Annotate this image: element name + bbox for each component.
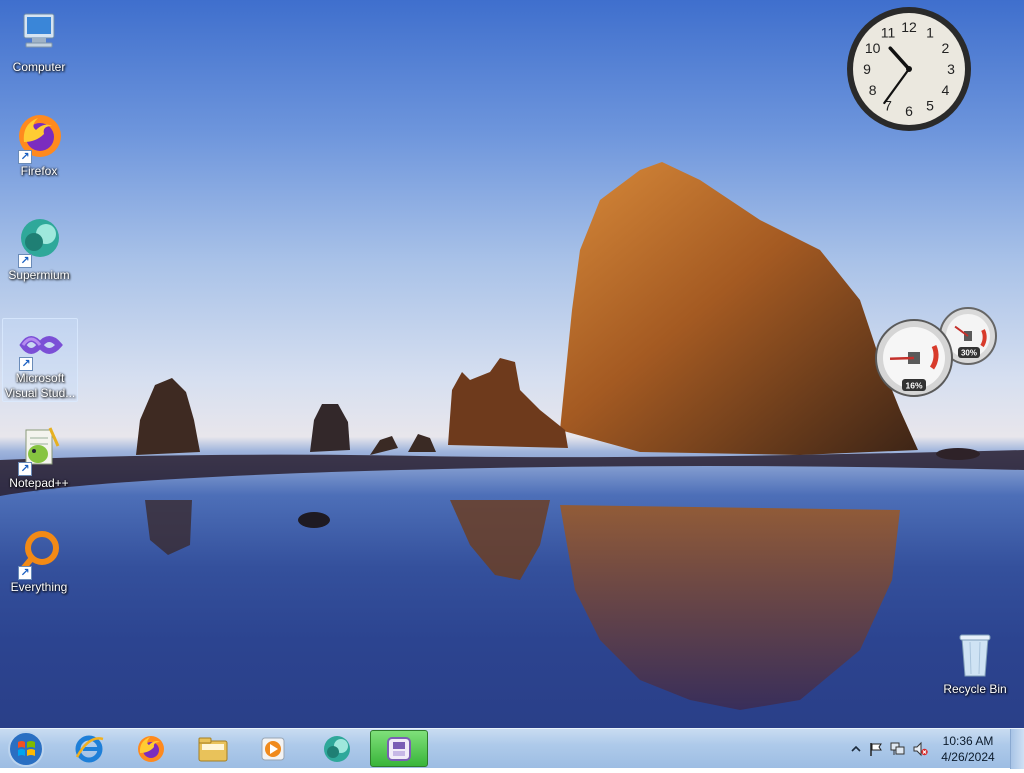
system-tray: 10:36 AM 4/26/2024 [838, 729, 1024, 769]
desktop-icon-label: Recycle Bin [943, 682, 1007, 696]
media-player-icon [261, 737, 285, 760]
cpu-meter-dials: 16% 30% [875, 307, 997, 397]
clock-numeral: 9 [863, 61, 871, 77]
taskbar-clock[interactable]: 10:36 AM 4/26/2024 [936, 733, 1000, 765]
desktop-icon-recycle-bin[interactable]: Recycle Bin [936, 630, 1014, 697]
taskbar: 10:36 AM 4/26/2024 [0, 728, 1024, 769]
recycle-bin-icon [950, 630, 1000, 680]
desktop-icon-visual-studio[interactable]: ↗ Microsoft Visual Stud... [2, 318, 78, 402]
supermium-icon: ↗ [14, 216, 64, 268]
supermium-icon [324, 735, 350, 762]
taskbar-firefox[interactable] [122, 730, 180, 767]
notepad-plus-plus-icon: ↗ [14, 424, 64, 476]
show-hidden-icons-chevron-icon[interactable] [848, 741, 864, 757]
cpu-percent-label: 16% [905, 381, 922, 391]
clock-numeral: 11 [881, 25, 896, 41]
desktop-icon-notepad-plus-plus[interactable]: ↗ Notepad++ [0, 424, 78, 491]
clock-numeral: 8 [869, 82, 877, 98]
clock-numeral: 4 [941, 82, 949, 98]
clock-date: 4/26/2024 [941, 750, 995, 764]
network-icon[interactable] [890, 741, 906, 757]
memory-percent-label: 30% [961, 349, 977, 358]
desktop-icon-computer[interactable]: Computer [0, 8, 78, 75]
show-desktop-button[interactable] [1010, 729, 1024, 769]
cpu-meter-gadget[interactable]: 16% 30% [872, 306, 1000, 402]
visual-studio-icon: ↗ [15, 319, 65, 371]
firefox-icon: ↗ [14, 112, 64, 164]
desktop-icon-label: Everything [10, 580, 68, 594]
taskbar-supermium[interactable] [308, 730, 366, 767]
desktop-icon-label: Computer [12, 60, 66, 74]
volume-muted-icon[interactable] [912, 741, 928, 757]
clock-numeral: 12 [901, 19, 917, 35]
clock-numeral: 1 [926, 25, 934, 41]
shortcut-arrow-icon: ↗ [18, 566, 32, 580]
shortcut-arrow-icon: ↗ [19, 357, 33, 371]
cpu-needle [889, 356, 915, 361]
windows-logo-icon [8, 731, 44, 767]
app-window-icon [387, 736, 411, 761]
computer-icon [14, 8, 64, 58]
firefox-icon [138, 735, 164, 762]
desktop-icon-label: Notepad++ [9, 476, 69, 490]
internet-explorer-icon [75, 735, 104, 762]
taskbar-internet-explorer[interactable] [60, 730, 118, 767]
desktop-icon-label: Microsoft Visual Stud... [4, 371, 76, 400]
start-button[interactable] [4, 730, 48, 768]
taskbar-media-player[interactable] [244, 730, 302, 767]
desktop-icon-everything[interactable]: ↗ Everything [0, 528, 78, 595]
everything-search-icon: ↗ [14, 528, 64, 580]
clock-numeral: 3 [947, 61, 955, 77]
clock-gadget[interactable]: 12 1234567891011 [846, 6, 972, 132]
clock-numeral: 6 [905, 103, 913, 119]
desktop-icon-label: Firefox [20, 164, 58, 178]
shortcut-arrow-icon: ↗ [18, 462, 32, 476]
clock-numeral: 5 [926, 97, 934, 113]
shortcut-arrow-icon: ↗ [18, 254, 32, 268]
clock-numeral: 2 [941, 40, 949, 56]
action-center-flag-icon[interactable] [868, 741, 884, 757]
desktop-icon-label: Supermium [8, 268, 70, 282]
clock-numeral: 10 [865, 40, 881, 56]
desktop[interactable]: Computer ↗ Firefox ↗ Supermium ↗ Microso… [0, 0, 1024, 728]
clock-time: 10:36 AM [942, 734, 994, 748]
desktop-icon-supermium[interactable]: ↗ Supermium [0, 216, 78, 283]
taskbar-active-app[interactable] [370, 730, 428, 767]
taskbar-file-explorer[interactable] [184, 730, 242, 767]
desktop-icon-firefox[interactable]: ↗ Firefox [0, 112, 78, 179]
shortcut-arrow-icon: ↗ [18, 150, 32, 164]
file-explorer-icon [198, 737, 228, 761]
